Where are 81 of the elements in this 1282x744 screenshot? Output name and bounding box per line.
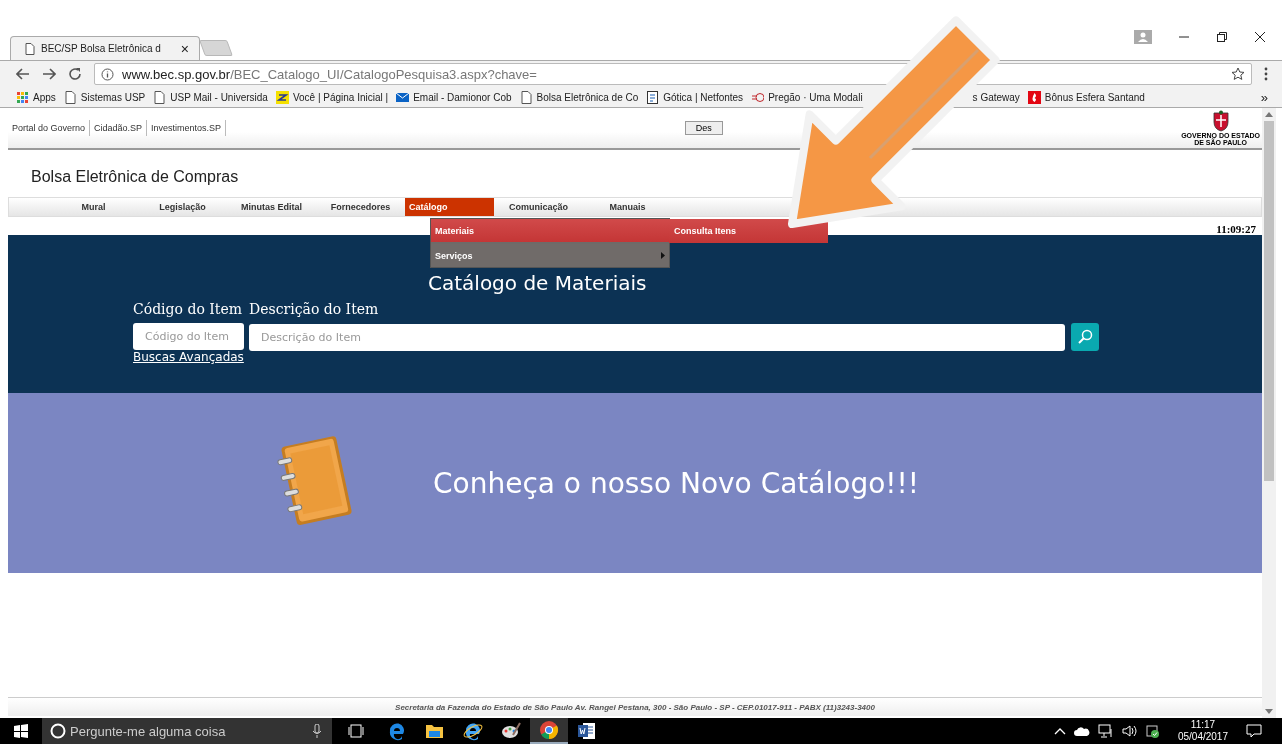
bookmark[interactable]: Você | Página Inicial | [275, 90, 389, 104]
bank-logo-icon [275, 90, 289, 104]
bookmark[interactable]: Pregão · Uma Modali [751, 90, 863, 104]
submenu-arrow-icon [661, 252, 665, 259]
restore-icon[interactable] [1216, 31, 1228, 43]
page-icon [153, 90, 167, 104]
star-icon[interactable] [1231, 67, 1245, 81]
word-document-icon [577, 721, 597, 741]
browser-e-icon [463, 721, 483, 741]
bookmark[interactable]: USP Mail - Universida [153, 90, 268, 104]
address-bar[interactable]: www.bec.sp.gov.br/BEC_Catalogo_UI/CatalogoPesquisa3.aspx?chave= [94, 63, 1252, 85]
close-icon[interactable]: × [180, 41, 189, 56]
notification-icon[interactable] [1246, 724, 1262, 738]
nav-item[interactable]: Fornecedores [316, 198, 405, 216]
bookmark[interactable]: Email - Damionor Cob [396, 90, 512, 104]
bookmark[interactable]: Sistemas USP [63, 90, 146, 104]
nav-item[interactable]: Minutas Edital [227, 198, 316, 216]
page-icon [25, 42, 35, 55]
bookmark[interactable]: Gótica | Netfontes [646, 90, 744, 104]
logo-icon [751, 90, 765, 104]
search-icon [1077, 329, 1093, 345]
code-field[interactable]: Código do Item [133, 323, 244, 350]
taskbar-app-button[interactable] [530, 718, 568, 744]
bookmark[interactable]: Apps [16, 90, 56, 104]
chrome-icon [539, 720, 559, 740]
flame-logo-icon [1027, 90, 1041, 104]
microphone-icon [312, 724, 322, 738]
document-icon [646, 90, 660, 104]
menu-item[interactable]: Materiais [431, 219, 669, 242]
nav-item[interactable]: Mural [49, 198, 138, 216]
bookmark[interactable]: Bolsa Eletrônica de Co [519, 90, 639, 104]
description-field[interactable]: Descrição do Item [249, 323, 1065, 351]
header-button[interactable]: Des [684, 121, 723, 135]
task-view-icon[interactable] [348, 724, 364, 738]
chevron-up-icon[interactable] [1053, 727, 1066, 735]
taskbar-search-field[interactable]: Pergunte-me alguma coisa [42, 718, 332, 744]
submenu-item[interactable]: Consulta Itens [669, 219, 828, 243]
info-icon [101, 67, 114, 81]
advanced-search-link[interactable]: Buscas Avançadas [133, 350, 244, 364]
network-icon[interactable] [1097, 724, 1114, 738]
scrollbar-thumb[interactable] [1264, 121, 1274, 481]
coat-of-arms-icon [1210, 110, 1231, 132]
catalog-title: Catálogo de Materiais [428, 271, 647, 297]
shield-check-icon[interactable] [1145, 724, 1160, 738]
header-link[interactable]: Cidadão.SP [90, 120, 148, 136]
more-bookmarks-button[interactable]: » [1260, 89, 1268, 105]
browser-e-icon [387, 721, 407, 741]
clock-time: 11:09:27 [1216, 223, 1256, 235]
banner-text: Conheça o nosso Novo Catálogo!!! [433, 466, 919, 500]
header-link[interactable]: Portal do Governo [8, 120, 91, 136]
speaker-icon[interactable] [1121, 724, 1138, 738]
nav-item[interactable]: Catálogo [405, 198, 494, 216]
close-icon[interactable] [1254, 31, 1266, 43]
more-vertical-icon[interactable] [1264, 67, 1268, 81]
grid-icon [16, 90, 29, 104]
envelope-icon [396, 90, 410, 104]
reload-icon[interactable] [68, 67, 82, 81]
bookmark[interactable]: s Gateway [972, 91, 1020, 103]
nav-item[interactable]: Manuais [583, 198, 672, 216]
nav-item[interactable]: Comunicação [494, 198, 583, 216]
taskbar-clock[interactable]: 11:17 05/04/2017 [1177, 719, 1228, 743]
browser-tab[interactable]: BEC/SP Bolsa Eletrônica d × [10, 36, 200, 60]
field-label: Descrição do Item [249, 301, 380, 319]
header-link[interactable]: Investimentos.SP [147, 120, 227, 136]
site-title: Bolsa Eletrônica de Compras [30, 167, 240, 187]
url-text: www.bec.sp.gov.br/BEC_Catalogo_UI/CatalogoPesquisa3.aspx?chave= [122, 66, 537, 82]
search-button[interactable] [1071, 323, 1099, 351]
field-label: Código do Item [133, 301, 243, 319]
footer-text: Secretaria da Fazenda do Estado de São Paulo Av. Rangel Pestana, 300 - São Paulo - SP - CEP.01017-911 - PABX (11)3243-3400 [8, 697, 1262, 716]
tab-title: BEC/SP Bolsa Eletrônica d [41, 43, 162, 54]
page-icon [63, 90, 77, 104]
windows-logo-icon[interactable] [14, 724, 28, 738]
page-icon [519, 90, 533, 104]
cloud-icon[interactable] [1073, 726, 1090, 736]
palette-icon [501, 721, 521, 741]
bookmark[interactable]: Bônus Esfera Santand [1027, 90, 1145, 104]
nav-item[interactable]: Legislação [138, 198, 227, 216]
forward-arrow-icon[interactable] [42, 68, 56, 80]
back-arrow-icon[interactable] [16, 68, 30, 80]
user-icon [1134, 30, 1152, 44]
circle-icon [50, 723, 66, 739]
